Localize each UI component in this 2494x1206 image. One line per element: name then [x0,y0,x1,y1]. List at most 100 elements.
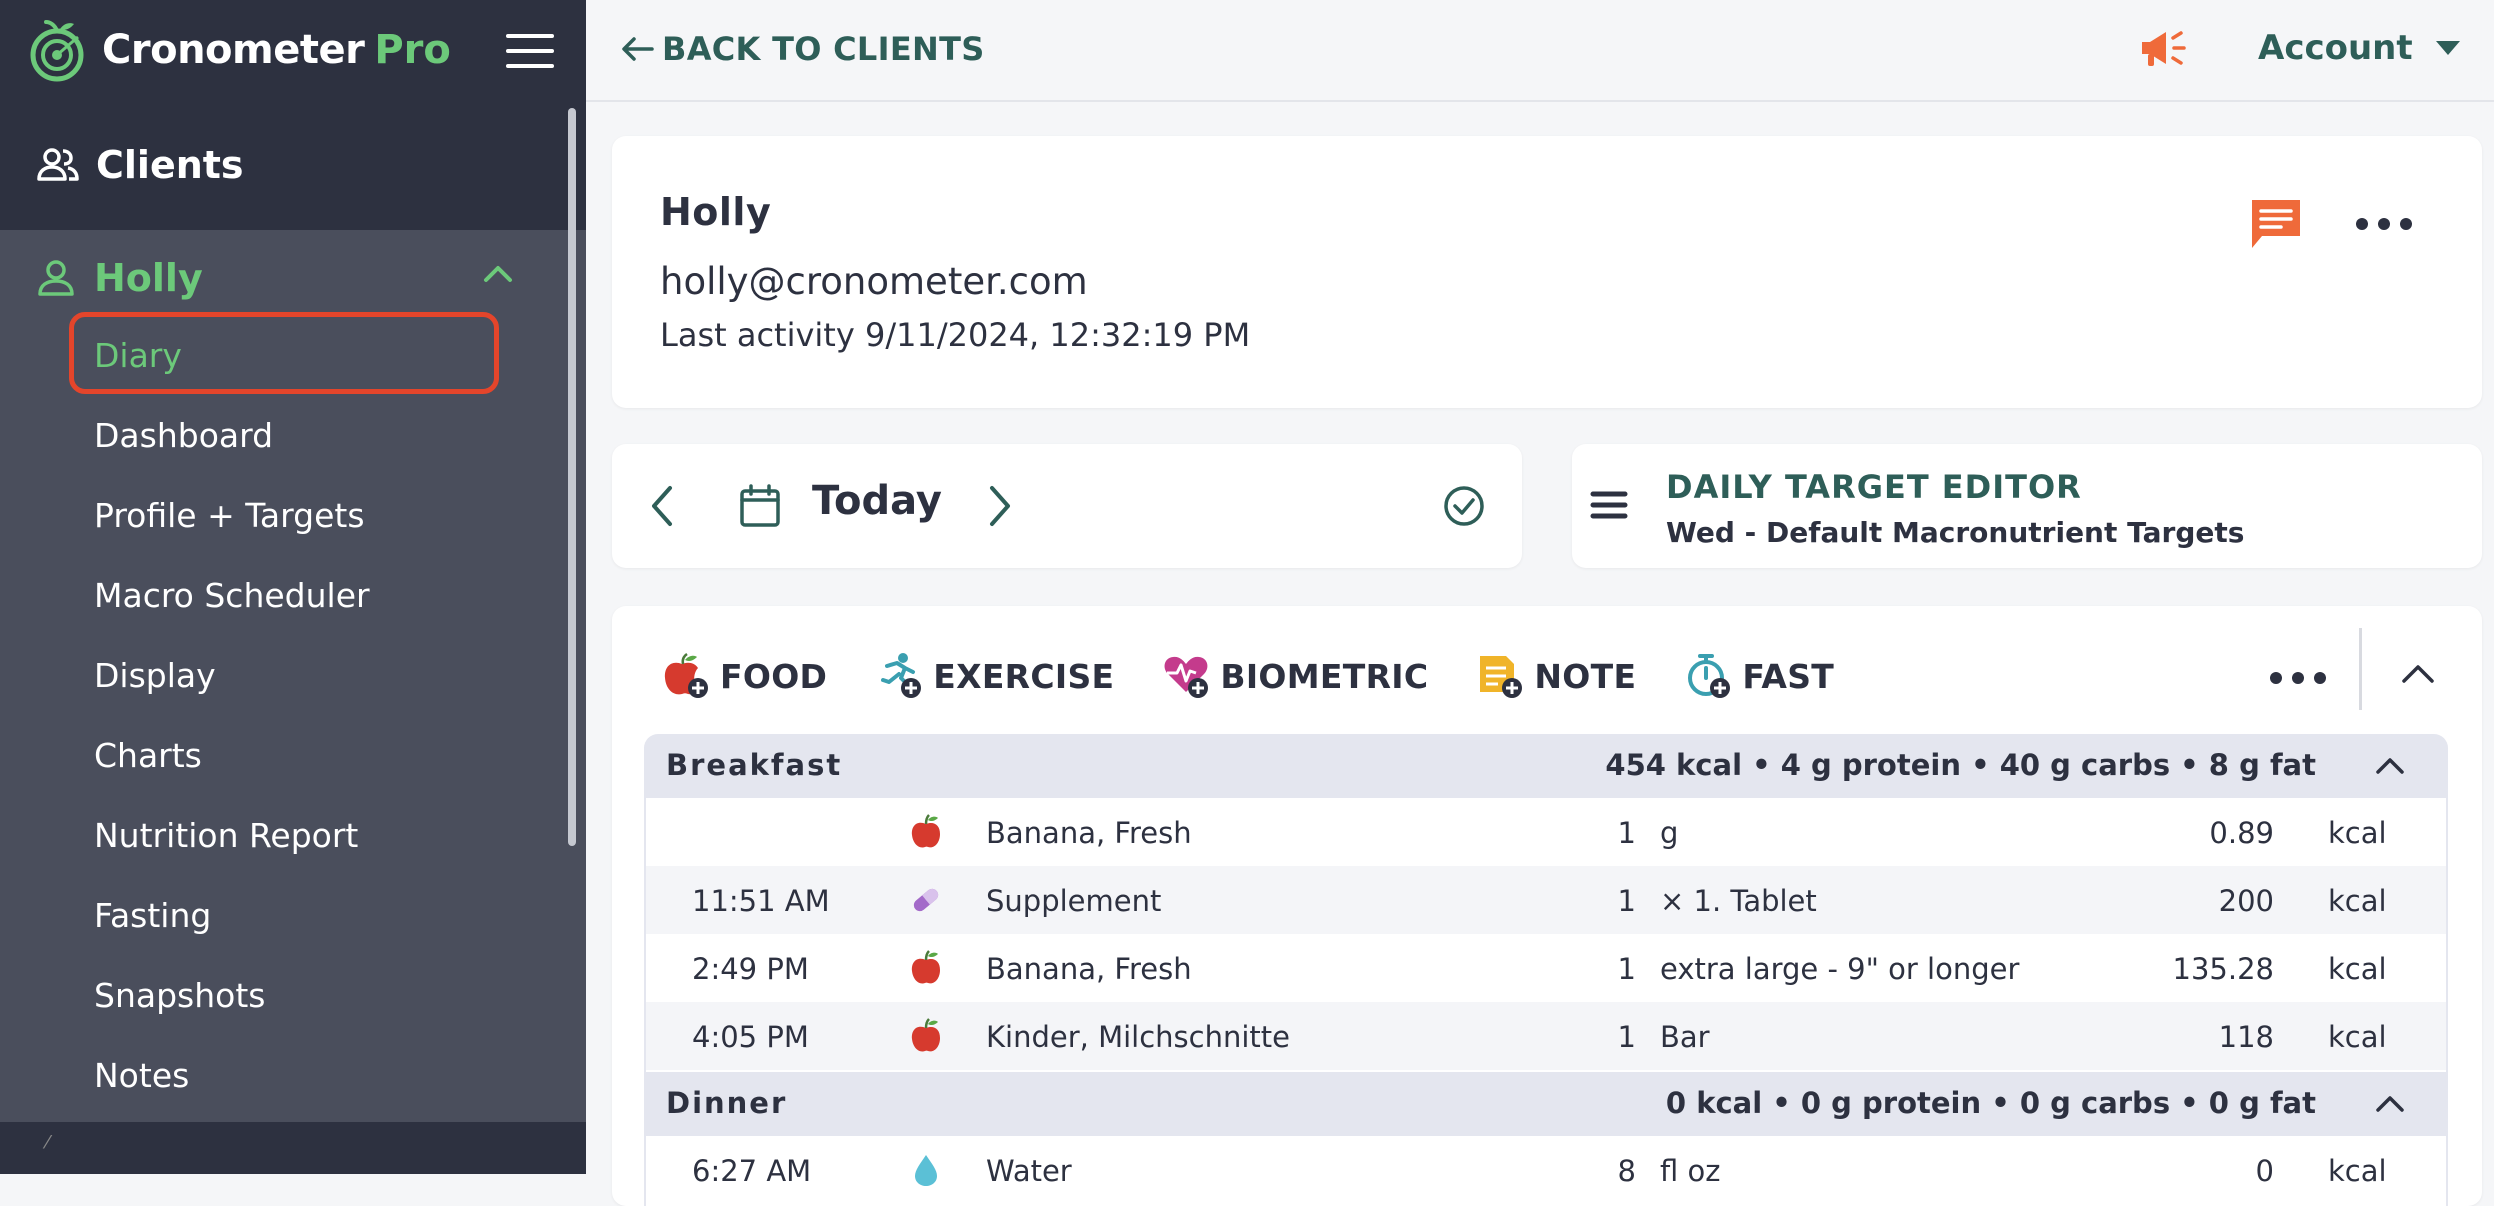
sidebar-item-nutrition-report[interactable]: Nutrition Report [94,806,358,866]
apple-target-logo-icon [30,20,84,82]
chevron-up-icon[interactable] [478,254,518,294]
entry-name: Water [986,1154,1072,1188]
meal-summary: 0 kcal • 0 g protein • 0 g carbs • 0 g f… [1665,1086,2316,1120]
date-navigator: Today [612,444,1522,568]
chevron-right-icon[interactable] [986,482,1016,530]
add-biometric-button[interactable]: BIOMETRIC [1162,652,1428,700]
hamburger-icon-bar [506,34,554,38]
table-left-border [644,798,646,1072]
entry-energy: 0.89 [2209,816,2274,850]
stopwatch-plus-icon [1688,654,1731,698]
sidebar-header: Cronometer Pro [0,0,586,102]
add-fast-button[interactable]: FAST [1684,652,1834,700]
pill-icon [913,888,939,912]
add-fast-label: FAST [1742,656,1835,696]
entry-unit: Bar [1660,1020,1710,1054]
entry-time: 4:05 PM [692,1020,809,1054]
more-options-icon[interactable] [2354,214,2414,234]
client-last-activity: Last activity 9/11/2024, 12:32:19 PM [660,316,1251,354]
entry-quantity: 1 [1617,1020,1636,1054]
sidebar-item-snapshots[interactable]: Snapshots [94,966,265,1026]
entry-quantity: 1 [1617,816,1636,850]
logo[interactable]: Cronometer Pro [24,14,451,86]
entry-name: Banana, Fresh [986,816,1192,850]
entry-name: Banana, Fresh [986,952,1192,986]
add-food-button[interactable]: FOOD [662,652,827,700]
sidebar-scrollbar[interactable] [568,108,576,846]
sidebar-item-notes[interactable]: Notes [94,1046,189,1106]
meal-header-dinner[interactable]: Dinner 0 kcal • 0 g protein • 0 g carbs … [644,1072,2448,1136]
sidebar-item-clients[interactable]: Clients [0,100,586,230]
entry-unit: × 1. Tablet [1660,884,1817,918]
table-right-border [2446,798,2448,1072]
menu-toggle-button[interactable] [506,34,554,68]
add-note-button[interactable]: NOTE [1476,652,1636,700]
sidebar-item-profile-targets[interactable]: Profile + Targets [94,486,365,546]
sidebar-client-section[interactable]: Holly [0,232,570,324]
sidebar-client-name: Holly [94,256,203,300]
more-options-icon[interactable] [2268,668,2328,688]
collapse-icon[interactable]: ⁄ [46,1132,49,1153]
logo-text: Cronometer [102,27,365,73]
top-bar: BACK TO CLIENTS Account [586,0,2494,102]
add-food-label: FOOD [720,656,828,696]
divider [2359,628,2362,710]
message-icon[interactable] [2248,196,2304,252]
meal-name: Breakfast [666,748,843,782]
entry-unit: fl oz [1660,1154,1721,1188]
client-email: holly@cronometer.com [660,260,1088,303]
sidebar-item-macro-scheduler[interactable]: Macro Scheduler [94,566,370,626]
back-to-clients-link[interactable]: BACK TO CLIENTS [620,24,985,74]
target-editor-title: DAILY TARGET EDITOR [1666,468,2082,506]
users-icon [37,148,79,181]
chevron-up-icon[interactable] [2398,654,2438,694]
chevron-up-icon[interactable] [2372,748,2408,784]
entry-time: 6:27 AM [692,1154,812,1188]
meal-header-breakfast[interactable]: Breakfast 454 kcal • 4 g protein • 40 g … [644,734,2448,798]
entry-quantity: 1 [1617,952,1636,986]
note-plus-icon [1480,656,1523,698]
entry-energy: 118 [2218,1020,2274,1054]
check-circle-icon[interactable] [1442,484,1486,528]
apple-plus-icon [664,652,708,698]
entry-unit: g [1660,816,1679,850]
meal-summary: 454 kcal • 4 g protein • 40 g carbs • 8 … [1605,748,2316,782]
chevron-up-icon[interactable] [2372,1086,2408,1122]
table-row[interactable]: 2:49 PM Banana, Fresh 1 extra large - 9"… [644,934,2448,1002]
entry-quantity: 8 [1617,1154,1636,1188]
apple-icon [911,1018,940,1052]
table-row[interactable]: 11:51 AM Supplement 1 × 1. Tablet 200 kc… [644,866,2448,934]
table-row[interactable]: Banana, Fresh 1 g 0.89 kcal [644,798,2448,866]
water-drop-icon [915,1155,937,1186]
add-exercise-label: EXERCISE [933,656,1115,696]
add-biometric-label: BIOMETRIC [1220,656,1429,696]
add-note-label: NOTE [1534,656,1637,696]
hamburger-icon-bar [506,49,554,53]
entry-energy-unit: kcal [2328,952,2387,986]
entry-energy: 200 [2218,884,2274,918]
megaphone-icon[interactable] [2136,22,2196,74]
sidebar-item-diary[interactable]: Diary [94,326,182,386]
daily-target-editor[interactable]: DAILY TARGET EDITOR Wed - Default Macron… [1572,444,2482,568]
hamburger-icon-bar [506,64,554,68]
calendar-icon[interactable] [738,484,782,528]
account-menu[interactable]: Account [2258,22,2463,74]
sidebar-item-fasting[interactable]: Fasting [94,886,211,946]
sidebar-item-dashboard[interactable]: Dashboard [94,406,273,466]
entry-name: Kinder, Milchschnitte [986,1020,1290,1054]
back-link-label: BACK TO CLIENTS [662,30,985,68]
entry-energy: 0 [2255,1154,2274,1188]
meal-name: Dinner [666,1086,788,1120]
table-row[interactable]: 4:05 PM Kinder, Milchschnitte 1 Bar 118 … [644,1002,2448,1070]
chevron-left-icon[interactable] [646,482,676,530]
entry-quantity: 1 [1617,884,1636,918]
sidebar-item-display[interactable]: Display [94,646,216,706]
caret-down-icon [2435,41,2460,55]
table-row[interactable]: 6:27 AM Water 8 fl oz 0 kcal [644,1136,2448,1204]
sidebar-item-charts[interactable]: Charts [94,726,202,786]
entry-name: Supplement [986,884,1162,918]
current-date-label[interactable]: Today [812,478,942,524]
add-exercise-button[interactable]: EXERCISE [875,652,1114,700]
arrow-left-icon [622,37,654,61]
list-icon [1590,491,1628,519]
